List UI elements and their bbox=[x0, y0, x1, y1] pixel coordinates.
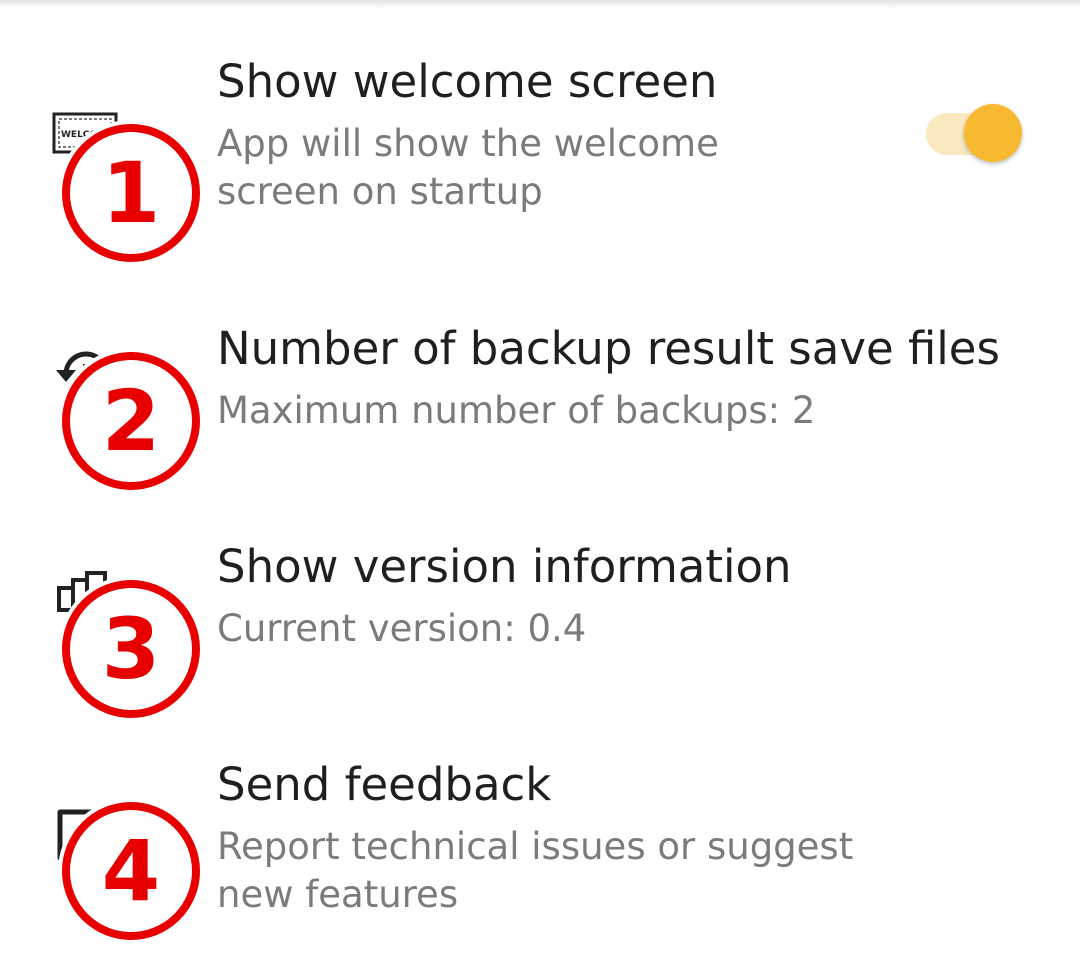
setting-subtitle: Maximum number of backups: 2 bbox=[217, 389, 816, 432]
annotation-badge-3: 3 bbox=[62, 580, 200, 718]
setting-subtitle: App will show the welcome screen on star… bbox=[217, 122, 719, 213]
setting-subtitle: Current version: 0.4 bbox=[217, 607, 587, 650]
setting-title: Show version information bbox=[217, 540, 792, 593]
setting-version-info[interactable]: 3 Show version information Current versi… bbox=[0, 510, 1080, 720]
annotation-badge-1: 1 bbox=[62, 124, 200, 262]
toggle-thumb bbox=[964, 104, 1022, 162]
setting-title: Send feedback bbox=[217, 758, 552, 811]
annotation-badge-4: 4 bbox=[62, 802, 200, 940]
welcome-screen-toggle[interactable] bbox=[926, 104, 1024, 164]
setting-show-welcome-screen[interactable]: WELCOME 1 Show welcome screen App will s… bbox=[0, 0, 1080, 262]
annotation-badge-2: 2 bbox=[62, 352, 200, 490]
setting-send-feedback[interactable]: 4 Send feedback Report technical issues … bbox=[0, 730, 1080, 970]
setting-title: Number of backup result save files bbox=[217, 322, 1000, 375]
setting-subtitle: Report technical issues or suggest new f… bbox=[217, 825, 854, 916]
setting-title: Show welcome screen bbox=[217, 55, 718, 108]
setting-backup-files[interactable]: 2 Number of backup result save files Max… bbox=[0, 290, 1080, 490]
